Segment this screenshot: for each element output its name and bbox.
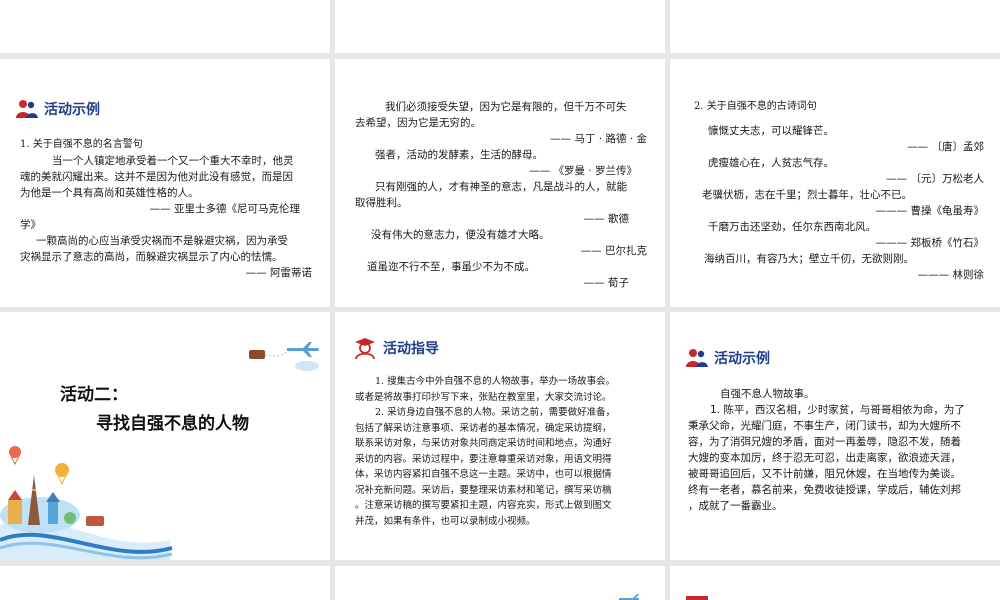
slide-top-right[interactable] [670, 0, 1000, 53]
poem-source: ——— 曹操《龟虽寿》 [875, 205, 984, 217]
guidance-line: 并茂，如果有条件，也可以录制成小视频。 [355, 515, 536, 527]
slide-bottom-left[interactable] [0, 566, 330, 600]
story-line: 大嫂的变本加厉，终于忍无可忍，出走离家，欲浪迹天涯， [688, 452, 961, 464]
poem-source: ——— 林则徐 [917, 269, 984, 281]
guidance-line: 1. 搜集古今中外自强不息的人物故事，举办一场故事会。 [375, 376, 616, 387]
slide-title: 活动指导 [383, 341, 439, 357]
guidance-line: 采访的内容。采访过程中，要注意尊重采访对象，用语文明得 [355, 453, 612, 465]
activity-label: 活动二： [60, 385, 128, 405]
guidance-line: 或者是将故事打印抄写下来，张贴在教室里，大家交流讨论。 [355, 391, 612, 403]
quote-line: 道虽迩不行不至，事虽少不为不成。 [367, 261, 535, 273]
slide-title: 活动示例 [44, 102, 100, 118]
quotes-text: 我们必须接受失望，因为它是有限的，但千万不可失 去希望，因为它是无穷的。 —— … [355, 99, 647, 291]
slide-header: 活动指导 [353, 336, 439, 360]
quote-line: 为他是一个具有高尚和英雄性格的人。 [20, 187, 199, 199]
slide-bottom-middle[interactable] [335, 566, 665, 600]
quotes-text: 1. 关于自强不息的名言警句 当一个人镇定地承受着一个又一个重大不幸时，他灵 魂… [20, 137, 312, 281]
slide-title: 活动示例 [714, 351, 770, 367]
slide-activity-example-story[interactable]: 活动示例 自强不息人物故事。 1. 陈平，西汉名相，少时家贫，与哥哥相依为命，为… [670, 312, 1000, 560]
story-line: ，成就了一番霸业。 [688, 500, 783, 512]
slide-bottom-right[interactable] [670, 566, 1000, 600]
quote-line: 一颗高尚的心应当承受灾祸而不是躲避灾祸，因为承受 [36, 235, 288, 247]
airplane-icon [619, 594, 639, 600]
quote-source: —— 亚里士多德《尼可马克伦理 [149, 203, 300, 215]
slide-header: 活动示例 [16, 99, 100, 119]
quote-line: 灾祸显示了意志的高尚，而躲避灾祸显示了内心的怯懦。 [20, 251, 283, 263]
slide-activity-guidance[interactable]: 活动指导 1. 搜集古今中外自强不息的人物故事，举办一场故事会。 或者是将故事打… [335, 312, 665, 560]
slide-quotes-continued[interactable]: 我们必须接受失望，因为它是有限的，但千万不可失 去希望，因为它是无穷的。 —— … [335, 59, 665, 307]
quote-line: 只有刚强的人，才有神圣的意志，凡是战斗的人，就能 [375, 181, 627, 193]
poem-line: 慷慨丈夫志，可以耀锋芒。 [708, 125, 834, 137]
section-heading: 2. 关于自强不息的古诗词句 [694, 101, 817, 112]
slide-top-left[interactable] [0, 0, 330, 53]
story-line: 秉承父命，光耀门庭，不事生产，闭门读书，却为大嫂所不 [688, 420, 961, 432]
quote-source: —— 巴尔扎克 [580, 245, 647, 257]
story-line: 被哥哥追回后，又不计前嫌，阻兄休嫂，在当地传为美谈。 [688, 468, 961, 480]
teacher-icon [355, 338, 375, 360]
slide-top-middle[interactable] [335, 0, 665, 53]
slide-ancient-poems[interactable]: 2. 关于自强不息的古诗词句 慷慨丈夫志，可以耀锋芒。 —— 〔唐〕孟郊 虎瘦雄… [670, 59, 1000, 307]
quote-line: 取得胜利。 [355, 197, 408, 209]
people-icon [16, 100, 38, 118]
guidance-line: 况补充新问题。采访后，要整理采访素材和笔记，撰写采访稿 [355, 484, 612, 496]
quote-source: —— 《罗曼 · 罗兰传》 [529, 165, 637, 177]
poem-line: 老骥伏枥，志在千里；烈士暮年，壮心不已。 [702, 189, 912, 201]
travel-landmarks-illustration [0, 446, 173, 560]
guidance-line: 体，采访内容紧扣自强不息这一主题。采访中，也可以根据情 [355, 469, 612, 480]
slide-header: 活动示例 [686, 348, 770, 368]
guidance-line: 联系采访对象，与采访对象共同商定采访时间和地点，沟通好 [355, 438, 612, 449]
poem-source: —— 〔唐〕孟郊 [907, 141, 984, 153]
story-line: 自强不息人物故事。 [720, 388, 815, 400]
story-line: 终有一老者，慕名前来，免费收徒授课，学成后，辅佐刘邦 [688, 484, 961, 496]
quote-source: —— 歌德 [583, 213, 629, 225]
story-text: 自强不息人物故事。 1. 陈平，西汉名相，少时家贫，与哥哥相依为命，为了 秉承父… [688, 386, 984, 514]
quote-line: 当一个人镇定地承受着一个又一个重大不幸时，他灵 [52, 155, 294, 167]
guidance-line: 2. 采访身边自强不息的人物。采访之前，需要做好准备， [375, 407, 616, 418]
poem-source: —— 〔元〕万松老人 [886, 173, 984, 185]
story-line: 1. 陈平，西汉名相，少时家贫，与哥哥相依为命，为了 [710, 404, 965, 416]
quote-line: 魂的美就闪耀出来。这并不是因为他对此没有感觉，而是因 [20, 171, 293, 183]
poem-line: 海纳百川，有容乃大；壁立千仞，无欲则刚。 [704, 253, 914, 265]
quote-source: —— 荀子 [583, 277, 629, 289]
people-icon [686, 596, 708, 600]
guidance-line: 。注意采访稿的撰写要紧扣主题，内容充实，形式上做到图文 [355, 500, 612, 511]
slide-activity-two-title[interactable]: 活动二： 寻找自强不息的人物 [0, 312, 330, 560]
quote-source: —— 马丁 · 路德 · 金 [550, 133, 647, 145]
poem-line: 千磨万击还坚劲，任尔东西南北风。 [708, 221, 876, 233]
quote-source: 学》 [20, 219, 41, 231]
quote-source: —— 阿雷蒂诺 [245, 267, 312, 279]
guidance-line: 包括了解采访注意事项、采访者的基本情况，确定采访提纲， [355, 422, 612, 434]
story-line: 容，为了消弭兄嫂的矛盾，面对一再羞辱，隐忍不发，随着 [688, 436, 961, 448]
slide-activity-example-quotes[interactable]: 活动示例 1. 关于自强不息的名言警句 当一个人镇定地承受着一个又一个重大不幸时… [0, 59, 330, 307]
section-heading: 1. 关于自强不息的名言警句 [20, 139, 143, 150]
people-icon [686, 349, 708, 367]
quote-line: 强者，活动的发酵素，生活的酵母。 [375, 149, 543, 161]
quote-line: 没有伟大的意志力，便没有雄才大略。 [371, 229, 550, 241]
poems-text: 2. 关于自强不息的古诗词句 慷慨丈夫志，可以耀锋芒。 —— 〔唐〕孟郊 虎瘦雄… [694, 99, 984, 283]
quote-line: 我们必须接受失望，因为它是有限的，但千万不可失 [385, 101, 627, 113]
poem-line: 虎瘦雄心在，人贫志气存。 [708, 157, 834, 169]
poem-source: ——— 郑板桥《竹石》 [875, 237, 984, 249]
guidance-text: 1. 搜集古今中外自强不息的人物故事，举办一场故事会。 或者是将故事打印抄写下来… [355, 374, 655, 529]
quote-line: 去希望，因为它是无穷的。 [355, 117, 481, 129]
airplane-icon [249, 342, 320, 371]
